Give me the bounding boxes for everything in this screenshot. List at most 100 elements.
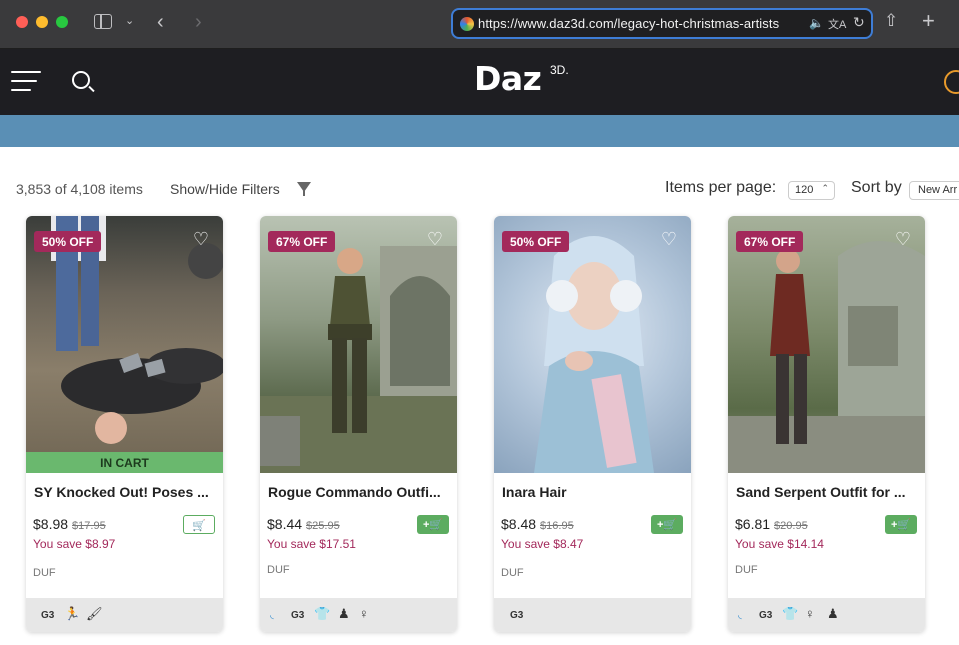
back-button[interactable]: ‹ — [157, 12, 164, 32]
product-price: $8.98 $17.95 — [33, 516, 106, 532]
product-illustration — [534, 236, 654, 473]
share-icon[interactable]: ⇧ — [884, 12, 898, 29]
product-card[interactable]: 50% OFF ♡ Inara Hair $8.48 $16.95 You sav… — [494, 216, 691, 632]
old-price: $25.95 — [306, 520, 340, 532]
compatibility-bar: G3 🏃 🖌 — [26, 598, 223, 632]
promo-banner[interactable] — [0, 115, 959, 147]
cart-icon: 🛒 — [192, 520, 206, 532]
product-image[interactable]: 50% OFF ♡ — [494, 216, 691, 473]
file-format: DUF — [267, 564, 290, 576]
compatibility-bar: ◟ G3 👕 ♀ ♟ — [728, 598, 925, 632]
product-card[interactable]: 50% OFF ♡ IN CART SY Knocked Out! Poses … — [26, 216, 223, 632]
sidebar-toggle-icon[interactable] — [94, 14, 112, 29]
discount-badge: 67% OFF — [268, 231, 336, 252]
tag-label: G3 — [41, 610, 55, 621]
tag-label: G3 — [759, 610, 773, 621]
menu-icon[interactable] — [11, 71, 41, 91]
zoom-window-button[interactable] — [56, 16, 68, 28]
wishlist-heart-icon[interactable]: ♡ — [895, 230, 911, 248]
iray-icon: ◟ — [738, 610, 742, 621]
search-icon[interactable] — [72, 71, 90, 89]
you-save-text: You save $14.14 — [735, 537, 824, 551]
old-price: $20.95 — [774, 520, 808, 532]
items-per-page-select[interactable]: 120 — [788, 181, 835, 200]
product-title[interactable]: Sand Serpent Outfit for ... — [736, 484, 921, 500]
current-price: $8.44 — [267, 516, 303, 532]
in-cart-bar: IN CART — [26, 452, 223, 473]
add-to-cart-icon: +🛒 — [422, 519, 444, 531]
forward-button[interactable]: › — [195, 12, 202, 32]
site-header: Daz 3D. — [0, 49, 959, 115]
wishlist-heart-icon[interactable]: ♡ — [193, 230, 209, 248]
file-format: DUF — [501, 567, 524, 579]
current-price: $6.81 — [735, 516, 771, 532]
product-card[interactable]: 67% OFF ♡ Rogue Commando Outfi... $8.44 $… — [260, 216, 457, 632]
brush-icon: 🖌 — [86, 606, 103, 621]
site-favicon-icon — [460, 17, 474, 31]
minimize-window-button[interactable] — [36, 16, 48, 28]
product-illustration — [728, 241, 925, 473]
product-price: $8.48 $16.95 — [501, 516, 574, 532]
product-price: $6.81 $20.95 — [735, 516, 808, 532]
tag-label: G3 — [510, 610, 524, 621]
product-illustration — [260, 246, 457, 473]
address-bar[interactable]: https://www.daz3d.com/legacy-hot-christm… — [451, 8, 873, 39]
new-tab-icon[interactable]: + — [922, 10, 935, 32]
items-count: 3,853 of 4,108 items — [16, 181, 143, 197]
you-save-text: You save $8.97 — [33, 537, 116, 551]
product-title[interactable]: SY Knocked Out! Poses ... — [34, 484, 219, 500]
file-format: DUF — [735, 564, 758, 576]
url-text[interactable]: https://www.daz3d.com/legacy-hot-christm… — [478, 16, 779, 31]
discount-badge: 50% OFF — [502, 231, 570, 252]
compatibility-bar: ◟ G3 👕 ♟ ♀ — [260, 598, 457, 632]
close-window-button[interactable] — [16, 16, 28, 28]
female-icon: ♀ — [359, 606, 369, 621]
wishlist-heart-icon[interactable]: ♡ — [427, 230, 443, 248]
translate-icon[interactable]: 文A — [828, 16, 846, 32]
female-icon: ♀ — [805, 606, 815, 621]
iray-icon: ◟ — [270, 610, 274, 621]
old-price: $16.95 — [540, 520, 574, 532]
items-per-page-label: Items per page: — [665, 179, 777, 196]
current-price: $8.48 — [501, 516, 537, 532]
add-to-cart-button[interactable]: +🛒 — [651, 515, 683, 534]
product-title[interactable]: Rogue Commando Outfi... — [268, 484, 453, 500]
running-figure-icon: 🏃 — [64, 606, 81, 621]
add-to-cart-button[interactable]: +🛒 — [417, 515, 449, 534]
sort-by-select[interactable]: New Arr — [909, 181, 959, 200]
chevron-down-icon[interactable]: ⌄ — [125, 16, 134, 27]
figure-icon: ♟ — [338, 606, 350, 621]
product-title[interactable]: Inara Hair — [502, 484, 687, 500]
browser-toolbar: ⌄ ‹ › https://www.daz3d.com/legacy-hot-c… — [0, 0, 959, 49]
product-price: $8.44 $25.95 — [267, 516, 340, 532]
discount-badge: 67% OFF — [736, 231, 804, 252]
discount-badge: 50% OFF — [34, 231, 102, 252]
current-price: $8.98 — [33, 516, 69, 532]
speaker-icon[interactable]: 🔈 — [809, 16, 824, 30]
file-format: DUF — [33, 567, 56, 579]
add-to-cart-icon: +🛒 — [890, 519, 912, 531]
product-image[interactable]: 67% OFF ♡ — [260, 216, 457, 473]
shirt-icon: 👕 — [782, 606, 799, 621]
wishlist-heart-icon[interactable]: ♡ — [661, 230, 677, 248]
account-icon[interactable] — [944, 70, 959, 94]
add-to-cart-button[interactable]: +🛒 — [885, 515, 917, 534]
show-hide-filters-link[interactable]: Show/Hide Filters — [170, 181, 280, 197]
listing-toolbar: 3,853 of 4,108 items Show/Hide Filters I… — [0, 170, 959, 206]
cart-button[interactable]: 🛒 — [183, 515, 215, 534]
add-to-cart-icon: +🛒 — [656, 519, 678, 531]
site-logo[interactable]: Daz — [474, 59, 542, 98]
figure-icon: ♟ — [827, 606, 839, 621]
reload-icon[interactable]: ↻ — [853, 14, 865, 31]
compatibility-bar: G3 — [494, 598, 691, 632]
old-price: $17.95 — [72, 520, 106, 532]
product-image[interactable]: 50% OFF ♡ IN CART — [26, 216, 223, 473]
you-save-text: You save $17.51 — [267, 537, 356, 551]
tag-label: G3 — [291, 610, 305, 621]
filter-icon[interactable] — [297, 182, 311, 196]
product-card[interactable]: 67% OFF ♡ Sand Serpent Outfit for ... $6… — [728, 216, 925, 632]
product-image[interactable]: 67% OFF ♡ — [728, 216, 925, 473]
sort-by-label: Sort by — [851, 179, 902, 196]
you-save-text: You save $8.47 — [501, 537, 584, 551]
shirt-icon: 👕 — [314, 606, 331, 621]
